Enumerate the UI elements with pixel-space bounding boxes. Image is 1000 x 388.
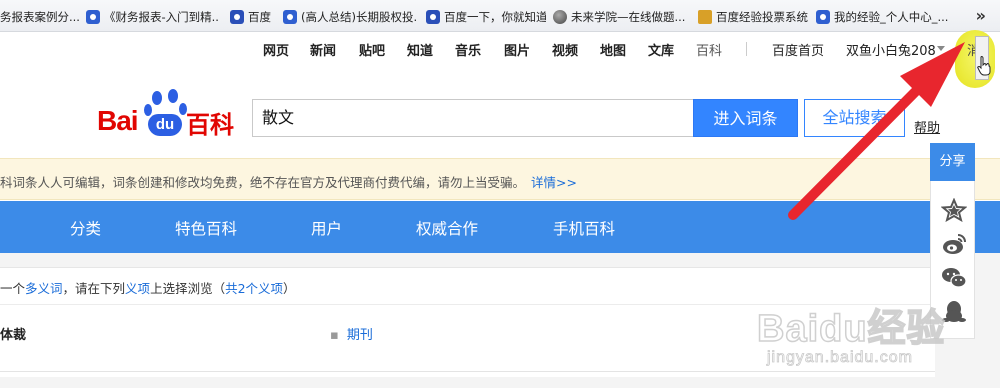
topnav-wenku[interactable]: 文库 [648,40,674,59]
topnav-web[interactable]: 网页 [263,40,289,59]
bookmarks-bar: 务报表案例分... 《财务报表-入门到精... 百度 (高人总结)长期股权投..… [0,0,1000,32]
bookmark-item[interactable]: 《财务报表-入门到精... [86,9,220,25]
bookmarks-overflow-button[interactable]: » [976,6,986,25]
polysemy-link[interactable]: 多义词 [25,281,63,296]
topnav-images[interactable]: 图片 [504,40,530,59]
bookmark-item[interactable]: 未来学院—在线做题... [553,9,690,25]
topnav-zhidao[interactable]: 知道 [407,40,433,59]
bookmark-label: 百度 [248,10,271,24]
bookmark-item[interactable]: 我的经验_个人中心_... [816,9,949,25]
nav-category[interactable]: 分类 [70,217,101,239]
polysemy-text: 一个 [0,281,26,296]
bookmark-label: 我的经验_个人中心_... [834,10,949,24]
watermark-brand: Baidu经验 [756,307,946,351]
current-sense: 体裁 [0,328,27,343]
topnav-map[interactable]: 地图 [600,40,626,59]
bookmark-item[interactable]: 百度 [230,9,280,25]
logo-baike-text: 百科 [186,111,234,139]
sense-count-link[interactable]: 共2个义项 [225,281,283,296]
search-input[interactable]: 散文 [252,99,694,137]
bookmark-label: 《财务报表-入门到精... [104,10,220,24]
nav-partners[interactable]: 权威合作 [416,217,478,239]
polysemy-notice: 一个多义词，请在下列义项上选择浏览（共2个义项） [0,278,296,297]
polysemy-text: 上选择浏览（ [150,281,226,296]
topnav-home[interactable]: 百度首页 [772,40,824,59]
bookmark-label: 百度经验投票系统 [716,10,808,24]
weibo-icon[interactable] [941,232,967,256]
bookmark-item[interactable]: 百度经验投票系统 [698,9,808,25]
caret-down-icon[interactable] [937,46,945,51]
paw-square-icon [426,10,440,24]
notice-message: 科词条人人可编辑，词条创建和修改均免费，绝不存在官方及代理商付费代编，请勿上当受… [0,175,526,190]
watermark-url: jingyan.baidu.com [767,349,913,367]
topnav-news[interactable]: 新闻 [310,40,336,59]
logo-du: du [148,114,182,136]
watermark: Baidu经验 jingyan.baidu.com [756,297,997,377]
bookmark-label: (高人总结)长期股权投... [301,10,418,24]
logo-bai: Bai [97,105,139,136]
nav-featured[interactable]: 特色百科 [175,217,237,239]
share-title: 分享 [930,143,975,181]
nav-users[interactable]: 用户 [311,217,342,239]
bookmark-label: 务报表案例分... [0,10,80,24]
polysemy-text: ） [283,281,296,296]
bookmark-item[interactable]: 百度一下，你就知道 [426,9,546,25]
baike-logo[interactable]: Bai du 百科 [97,88,237,140]
notice-text: 科词条人人可编辑，词条创建和修改均免费，绝不存在官方及代理商付费代编，请勿上当受… [0,172,577,191]
bookmark-label: 百度一下，你就知道 [444,10,546,24]
wechat-icon[interactable] [941,266,967,290]
paw-icon [816,10,830,24]
hand-cursor-icon [977,56,991,76]
help-link[interactable]: 帮助 [914,117,940,136]
category-nav: 分类 特色百科 用户 权威合作 手机百科 [0,201,1000,253]
bookmark-item[interactable]: 务报表案例分... [0,9,80,25]
polysemy-text: ，请在下列 [62,281,126,296]
bookmark-label: 未来学院—在线做题... [571,10,686,24]
sense-option[interactable]: ▪ 期刊 [330,324,373,343]
sense-link[interactable]: 义项 [125,281,150,296]
notice-bar: 科词条人人可编辑，词条创建和修改均免费，绝不存在官方及代理商付费代编，请勿上当受… [0,158,1000,200]
bullet-icon: ▪ [330,328,339,343]
topnav-tieba[interactable]: 贴吧 [359,40,385,59]
notice-details-link[interactable]: 详情>> [531,175,577,190]
topnav-music[interactable]: 音乐 [455,40,481,59]
user-name[interactable]: 双鱼小白兔208 [846,40,936,59]
site-search-button[interactable]: 全站搜索 [804,99,905,137]
topnav-video[interactable]: 视频 [552,40,578,59]
topnav-divider [746,42,747,56]
top-nav: 网页 新闻 贴吧 知道 音乐 图片 视频 地图 文库 百科 百度首页 双鱼小白兔… [0,37,1000,61]
star-icon[interactable] [941,198,967,222]
paw-square-icon [230,10,244,24]
box-icon [698,10,712,24]
globe-icon [553,10,567,24]
sense-option-label: 期刊 [346,328,373,343]
bookmark-item[interactable]: (高人总结)长期股权投... [283,9,418,25]
nav-mobile[interactable]: 手机百科 [553,217,615,239]
paw-icon [86,10,100,24]
paw-icon [283,10,297,24]
topnav-baike[interactable]: 百科 [696,40,722,59]
enter-entry-button[interactable]: 进入词条 [693,99,798,137]
